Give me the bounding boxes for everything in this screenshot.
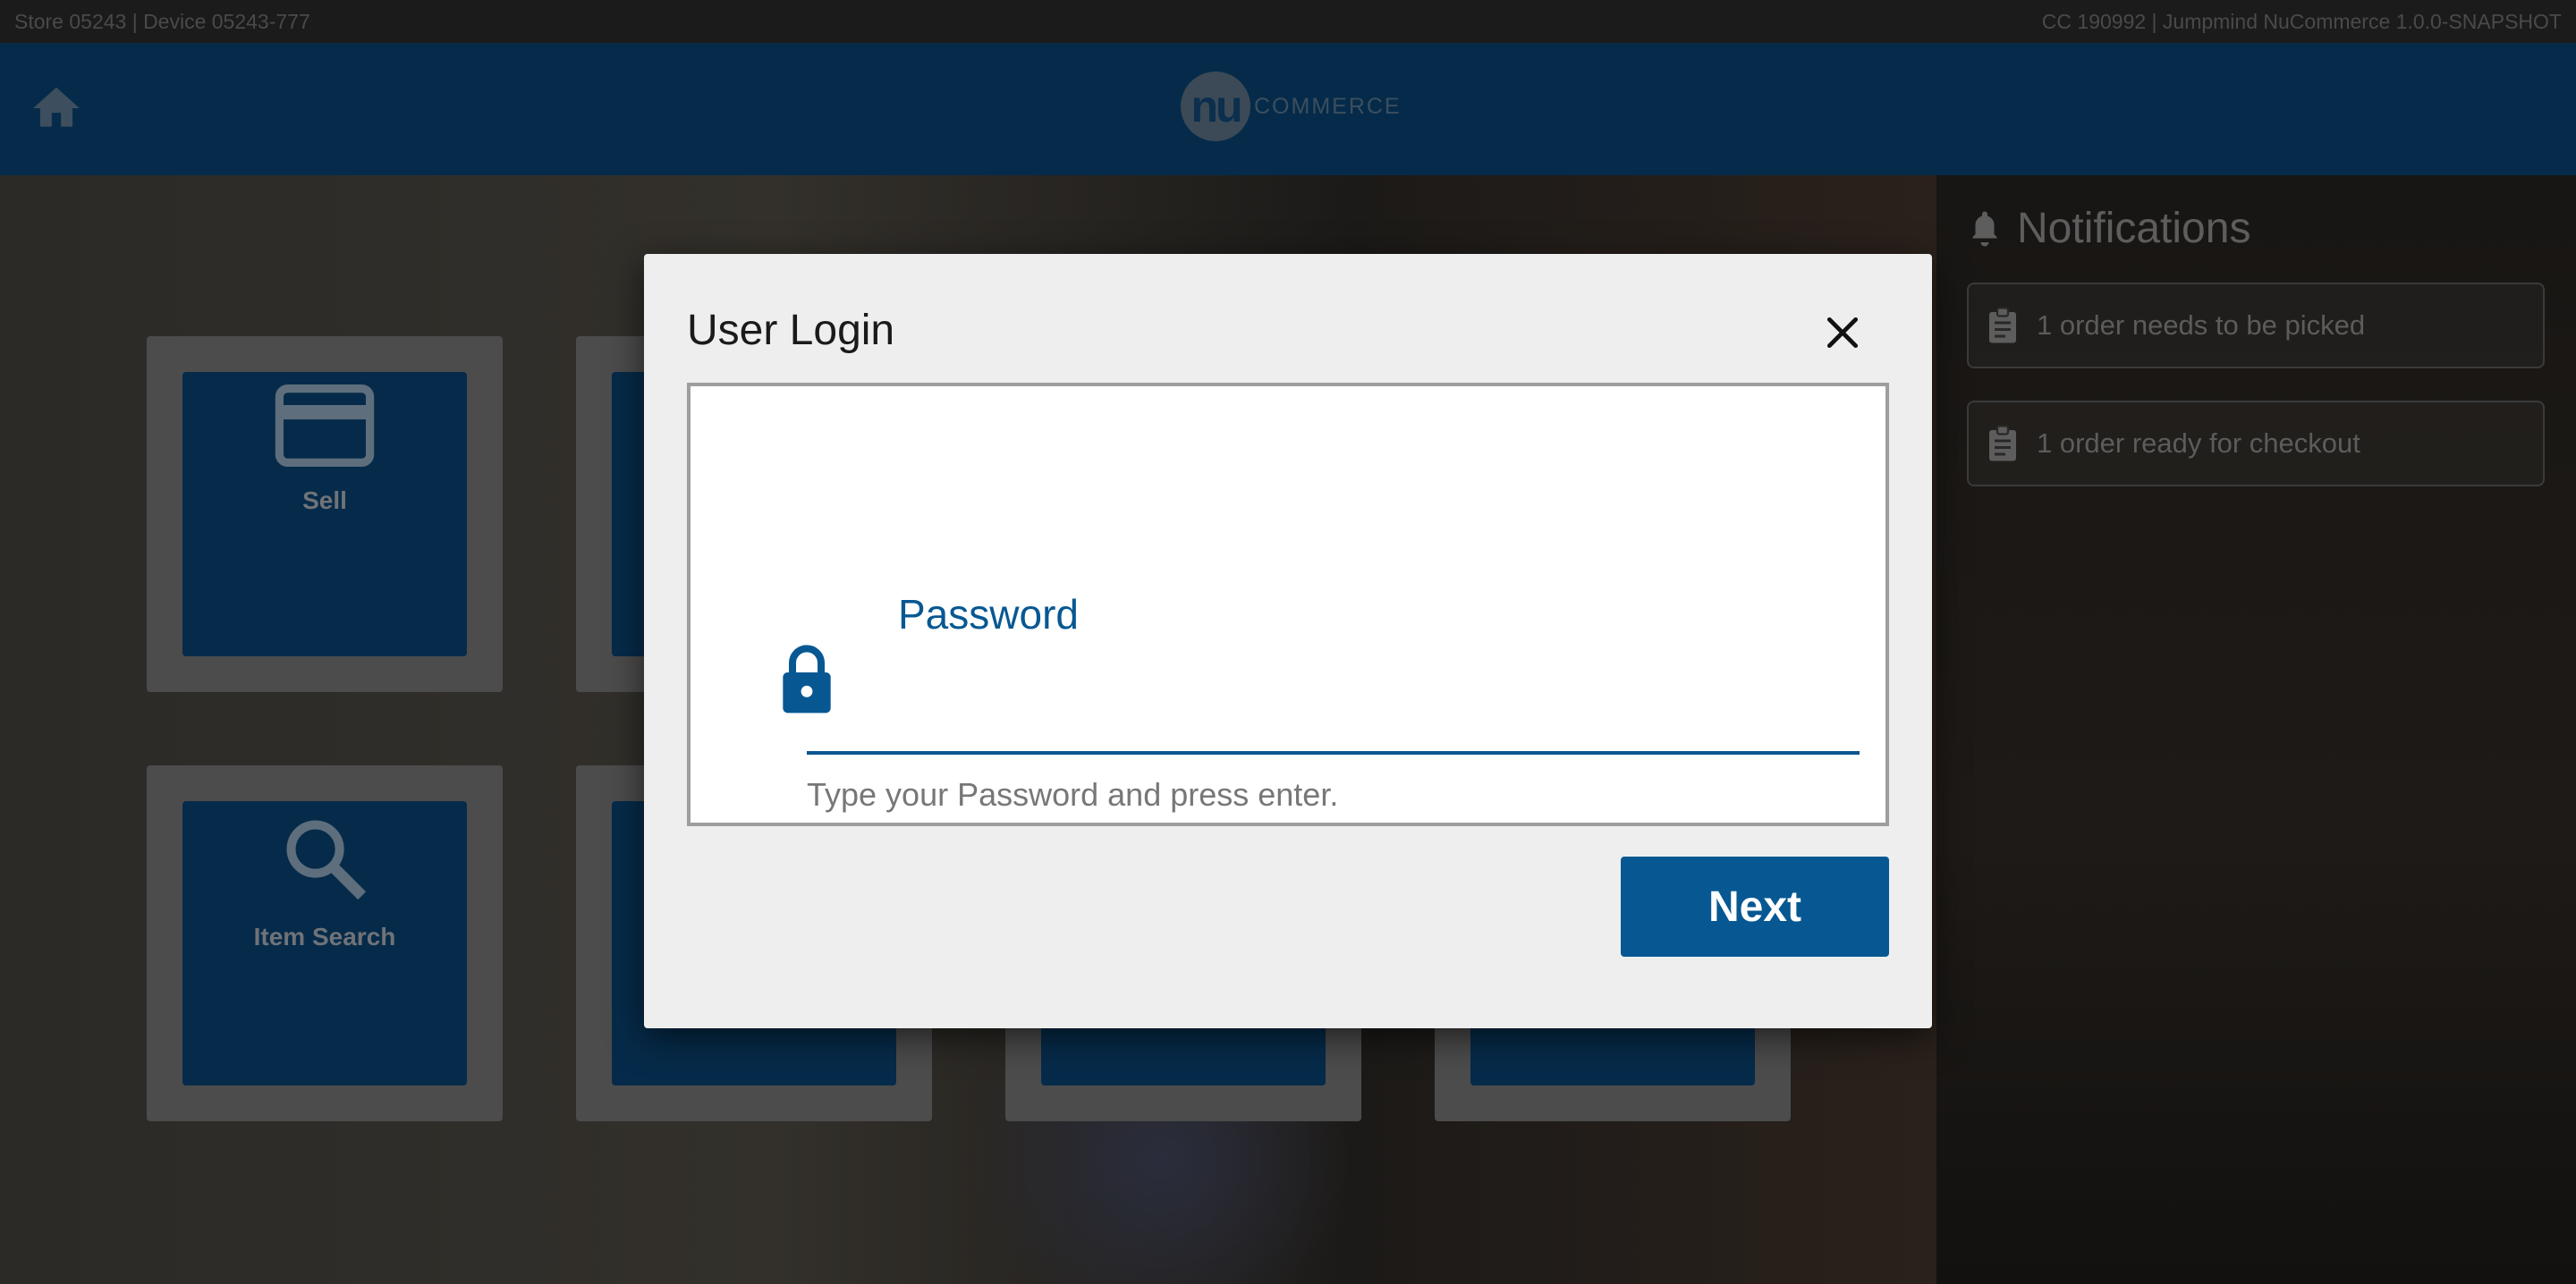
password-hint: Type your Password and press enter. — [807, 776, 1339, 813]
login-form: Password Type your Password and press en… — [687, 383, 1919, 826]
dialog-title: User Login — [687, 307, 895, 354]
password-label: Password — [898, 591, 1079, 638]
user-login-dialog: User Login Password Type your Password a… — [644, 254, 1932, 1028]
lock-icon — [783, 645, 831, 714]
password-underline — [807, 751, 1860, 755]
next-button[interactable]: Next — [1621, 857, 1889, 957]
close-icon[interactable] — [1823, 313, 1862, 352]
password-input[interactable] — [928, 663, 1919, 728]
